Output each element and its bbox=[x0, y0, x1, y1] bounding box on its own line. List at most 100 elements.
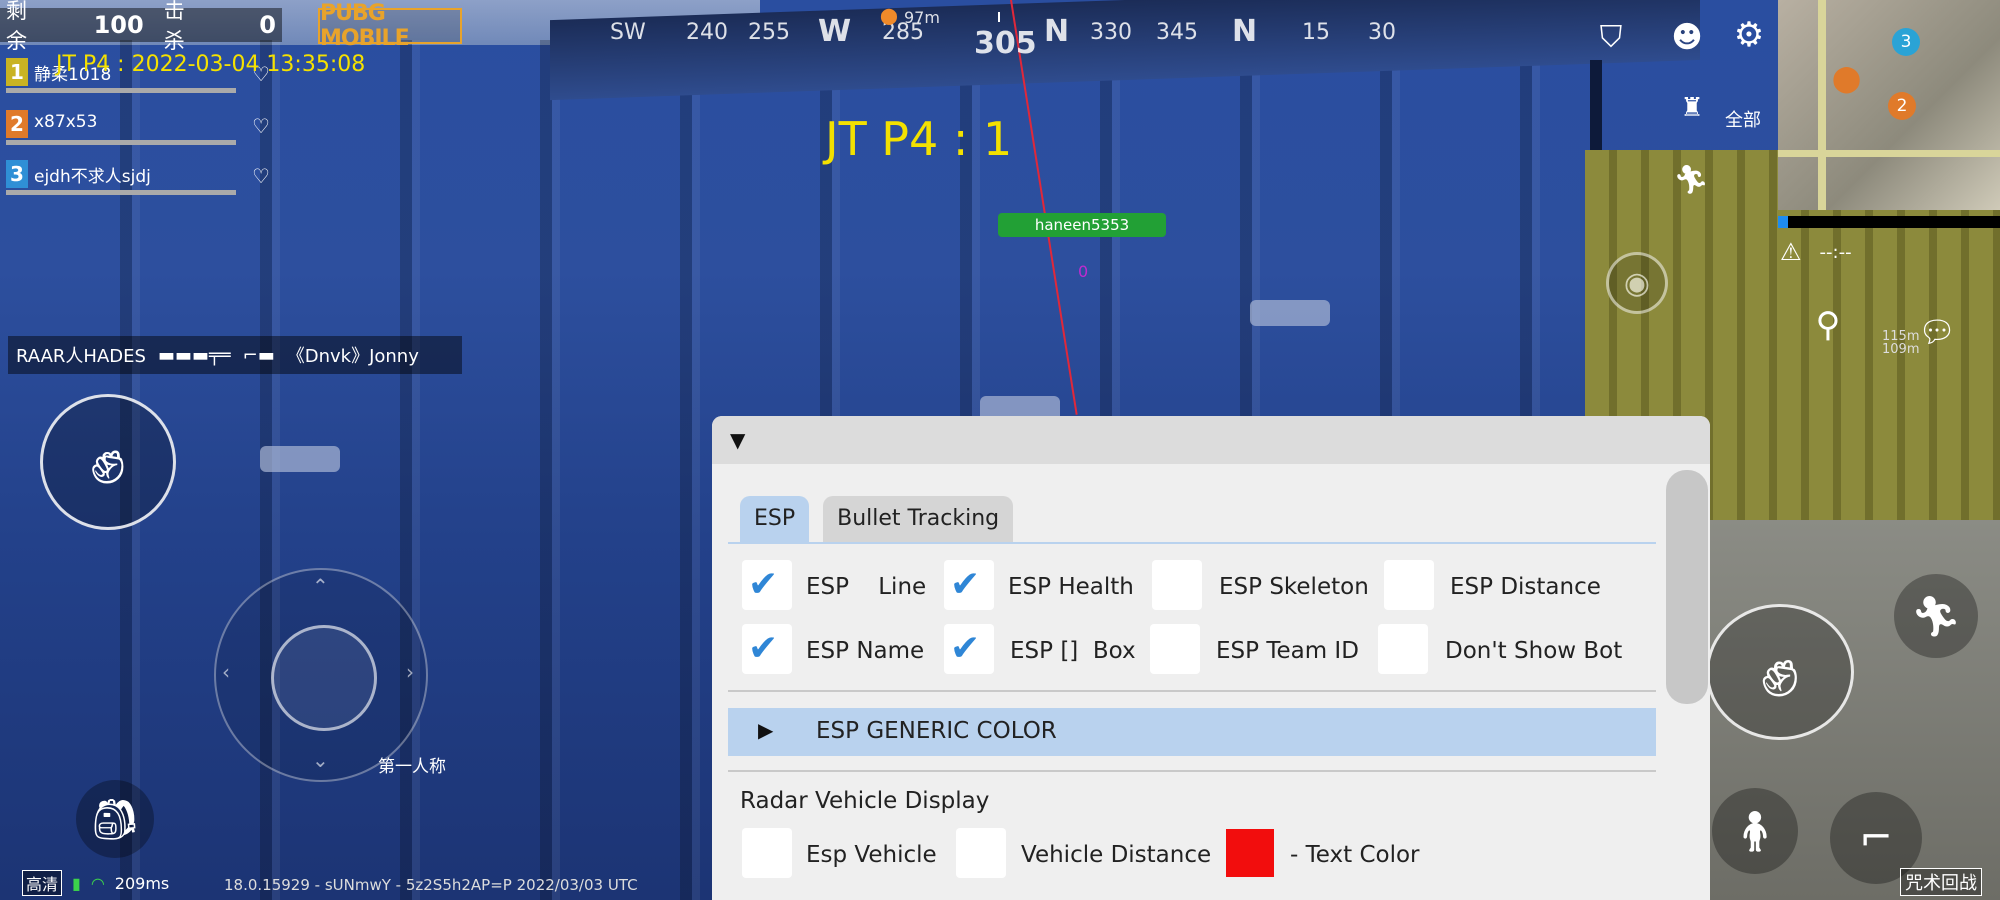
zone-progress-bar bbox=[1778, 216, 2000, 228]
menu-scrollbar[interactable] bbox=[1662, 470, 1708, 900]
esp-name-label: ESP Name bbox=[806, 638, 925, 664]
menu-tabs: ESP Bullet Tracking bbox=[740, 496, 1014, 542]
chevron-up-icon: ⌃ bbox=[312, 574, 329, 598]
team-index: 2 bbox=[6, 110, 28, 138]
teammate-marker: 3 bbox=[1892, 28, 1920, 56]
divider bbox=[728, 690, 1656, 692]
compass-label: 330 bbox=[1090, 20, 1132, 45]
esp-box-label: ESP [] Box bbox=[1010, 638, 1136, 664]
compass-label: SW bbox=[610, 20, 646, 45]
esp-generic-color-header[interactable]: ▶ ESP GENERIC COLOR bbox=[728, 708, 1656, 756]
esp-distance-label: ESP Distance bbox=[1450, 574, 1601, 600]
fire-fist-button[interactable]: ✊︎ bbox=[1706, 604, 1854, 740]
enemy-marker: 0 bbox=[1078, 262, 1089, 281]
backpack-icon[interactable]: ♜ bbox=[1672, 88, 1712, 128]
esp-vehicle-label: Esp Vehicle bbox=[806, 842, 937, 868]
report-icon[interactable]: ⛉ bbox=[1588, 14, 1634, 60]
backpack-icon[interactable]: 🎒︎ bbox=[76, 780, 154, 858]
tab-underline bbox=[728, 542, 1656, 544]
chevron-down-icon: ⌄ bbox=[312, 748, 329, 772]
compass-heading: 305 bbox=[974, 26, 1037, 61]
punch-fist-button[interactable]: ✊︎ bbox=[40, 394, 176, 530]
container-handle bbox=[1250, 300, 1330, 326]
dont-show-bot-checkbox[interactable] bbox=[1378, 624, 1428, 674]
chevron-left-icon: ‹ bbox=[222, 660, 230, 684]
compass-label: 240 bbox=[686, 20, 728, 45]
teammate-marker: 2 bbox=[1888, 92, 1916, 120]
esp-distance-checkbox[interactable] bbox=[1384, 560, 1434, 610]
kills-label: 击杀 bbox=[163, 0, 185, 53]
esp-skeleton-checkbox[interactable] bbox=[1152, 560, 1202, 610]
quality-label: 高清 bbox=[22, 870, 63, 896]
marker-distance: 97m bbox=[904, 8, 940, 27]
kills-value: 0 bbox=[259, 11, 276, 39]
scrollbar-thumb[interactable] bbox=[1666, 470, 1708, 704]
triangle-down-icon[interactable]: ▼ bbox=[730, 428, 745, 452]
divider bbox=[728, 770, 1656, 772]
check-icon: ✔ bbox=[748, 628, 779, 669]
compass-label: N bbox=[1044, 14, 1070, 49]
sprint-icon[interactable]: 🏃︎ bbox=[1668, 156, 1714, 202]
compass-label: N bbox=[1232, 14, 1258, 49]
map-pin-icon: ⬤ bbox=[880, 6, 898, 25]
battery-icon: ▮ bbox=[72, 873, 81, 893]
map-all-button[interactable]: 全部 bbox=[1725, 106, 1761, 132]
replay-button[interactable]: 咒术回战 bbox=[1900, 868, 1982, 896]
esp-name-checkbox[interactable]: ✔ bbox=[742, 624, 792, 674]
esp-team-id-checkbox[interactable] bbox=[1150, 624, 1200, 674]
eye-icon[interactable]: ◉ bbox=[1606, 252, 1668, 314]
victim-name: 《Dnvk》Jonny bbox=[286, 346, 419, 367]
compass-label: 255 bbox=[748, 20, 790, 45]
minimap[interactable]: 3 2 ⬤ bbox=[1778, 0, 2000, 210]
joystick-knob[interactable] bbox=[271, 625, 377, 731]
team-index: 1 bbox=[6, 58, 28, 86]
cheat-menu-panel: ▼ ESP Bullet Tracking ✔ ESP Line ✔ ESP H… bbox=[712, 416, 1710, 900]
jump-icon[interactable]: 🏃︎ bbox=[1894, 574, 1978, 658]
check-icon: ✔ bbox=[950, 564, 981, 605]
wifi-icon: ◠ bbox=[90, 873, 105, 893]
container-handle bbox=[260, 446, 340, 472]
first-person-toggle[interactable]: 第一人称 bbox=[378, 752, 446, 777]
team-index: 3 bbox=[6, 160, 28, 188]
enemy-name-tag: haneen5353 bbox=[998, 213, 1166, 237]
text-color-swatch[interactable] bbox=[1226, 829, 1274, 877]
team-member: 3 ejdh不求人sjdj ♡ bbox=[6, 160, 270, 195]
esp-vehicle-checkbox[interactable] bbox=[742, 828, 792, 878]
emote-icon[interactable]: ☻ bbox=[1664, 14, 1710, 60]
team-member: 2 x87x53 ♡ bbox=[6, 110, 270, 145]
settings-gear-icon[interactable]: ⚙ bbox=[1726, 12, 1772, 58]
team-name: x87x53 bbox=[34, 112, 98, 132]
crouch-icon[interactable]: 🧍︎ bbox=[1712, 788, 1798, 874]
location-pin-icon[interactable]: ⚲ bbox=[1808, 300, 1848, 350]
alive-kills-counter: 剩余 100 击杀 0 bbox=[0, 0, 282, 53]
radar-vehicle-section-title: Radar Vehicle Display bbox=[740, 788, 990, 814]
minimap-road bbox=[1778, 150, 2000, 157]
killer-name: RAAR人HADES bbox=[16, 346, 146, 367]
esp-box-checkbox[interactable]: ✔ bbox=[944, 624, 994, 674]
heart-icon: ♡ bbox=[252, 114, 270, 138]
check-icon: ✔ bbox=[748, 564, 779, 605]
esp-skeleton-label: ESP Skeleton bbox=[1219, 574, 1369, 600]
overlay-datetime: JT P4 : 2022-03-04 13:35:08 bbox=[56, 52, 366, 77]
minimap-road bbox=[1818, 0, 1826, 210]
prone-icon: ⌐▬ bbox=[242, 344, 275, 366]
compass-label: 345 bbox=[1156, 20, 1198, 45]
movement-joystick[interactable]: ⌃ ⌄ ‹ › bbox=[214, 568, 428, 782]
map-pin-icon: ⬤ bbox=[1832, 64, 1862, 94]
compass-label: 15 bbox=[1302, 20, 1330, 45]
check-icon: ✔ bbox=[950, 628, 981, 669]
panel-header[interactable]: ▼ bbox=[712, 416, 1710, 464]
compass-label: 30 bbox=[1368, 20, 1396, 45]
esp-health-checkbox[interactable]: ✔ bbox=[944, 560, 994, 610]
esp-health-label: ESP Health bbox=[1008, 574, 1134, 600]
vehicle-distance-label: Vehicle Distance bbox=[1021, 842, 1212, 868]
vehicle-distance-checkbox[interactable] bbox=[956, 828, 1006, 878]
compass-label: W bbox=[818, 14, 852, 49]
tab-bullet-tracking[interactable]: Bullet Tracking bbox=[823, 496, 1014, 542]
chat-icon[interactable]: 💬︎ bbox=[1914, 314, 1960, 350]
jt-counter: JT P4 : 1 bbox=[825, 112, 1013, 166]
tab-esp[interactable]: ESP bbox=[740, 496, 810, 542]
health-bar bbox=[6, 88, 236, 93]
esp-line-checkbox[interactable]: ✔ bbox=[742, 560, 792, 610]
esp-team-id-label: ESP Team ID bbox=[1216, 638, 1359, 664]
